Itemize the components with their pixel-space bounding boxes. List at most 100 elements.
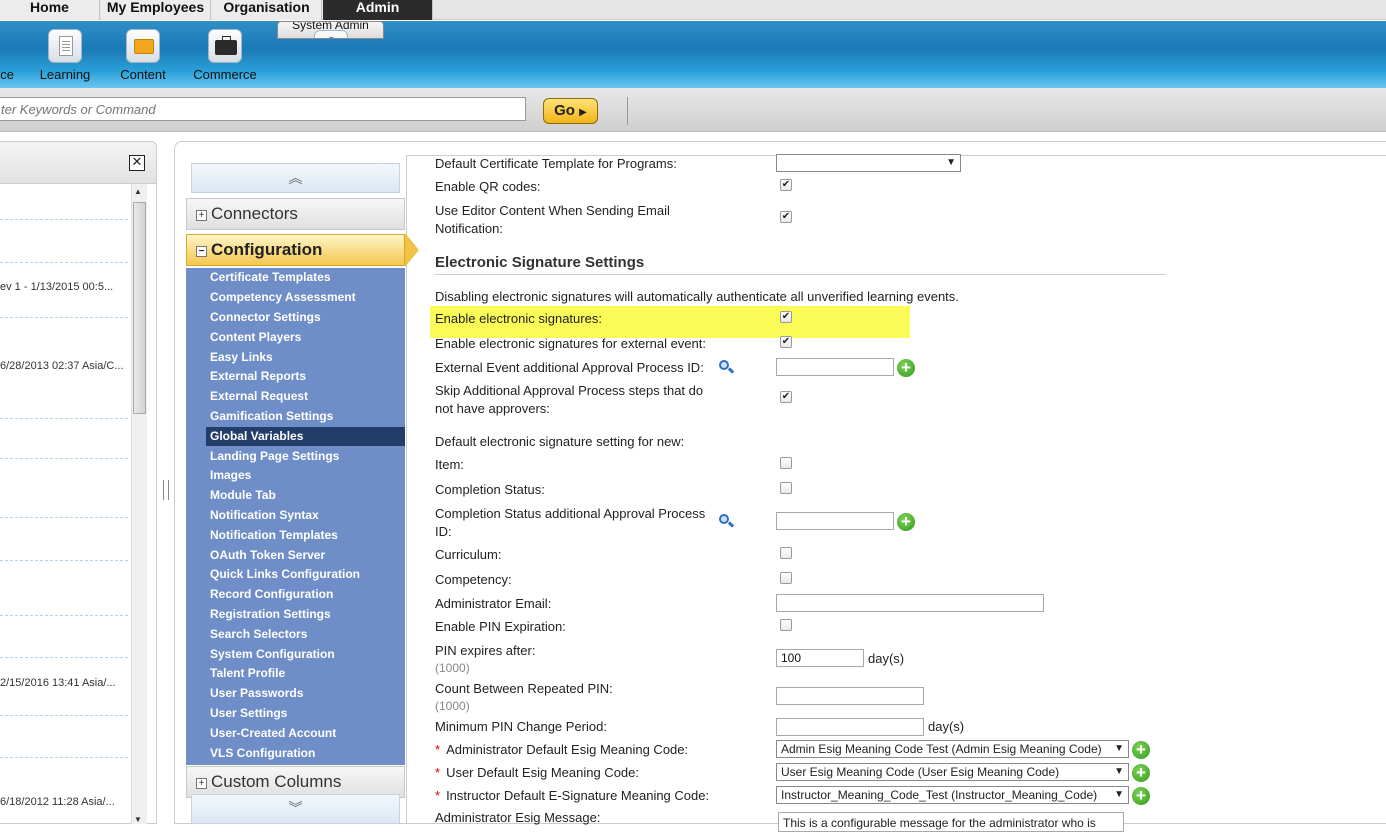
competency-checkbox[interactable] — [780, 572, 792, 584]
pin-expires-hint: (1000) — [435, 661, 470, 675]
admin-esig-code-text: Administrator Default Esig Meaning Code: — [446, 742, 689, 757]
ribbon-item-learning[interactable]: Learning — [25, 21, 105, 87]
item-checkbox[interactable] — [780, 457, 792, 469]
scroll-thumb[interactable] — [133, 202, 146, 414]
nav-item-external-request[interactable]: External Request — [206, 387, 405, 406]
add-icon[interactable]: + — [1132, 741, 1150, 759]
nav-item-content-players[interactable]: Content Players — [206, 328, 405, 347]
default-cert-template-label: Default Certificate Template for Program… — [435, 156, 677, 171]
ribbon-item-partial[interactable]: ce — [0, 21, 22, 87]
accordion-connectors[interactable]: + Connectors — [186, 198, 405, 230]
min-pin-change-input[interactable] — [776, 718, 924, 736]
ribbon-item-commerce[interactable]: Commerce — [185, 21, 265, 87]
nav-item-competency-assessment[interactable]: Competency Assessment — [206, 288, 405, 307]
ribbon-item-content[interactable]: Content — [103, 21, 183, 87]
list-item[interactable]: 6/18/2012 11:28 Asia/... — [0, 796, 128, 808]
user-esig-code-select[interactable]: User Esig Meaning Code (User Esig Meanin… — [776, 763, 1129, 781]
left-panel-scrollbar[interactable]: ▲ ▼ — [131, 184, 147, 824]
external-event-approval-input[interactable] — [776, 358, 894, 376]
enable-qr-label: Enable QR codes: — [435, 179, 541, 194]
use-editor-label-line2: Notification: — [435, 221, 503, 236]
nav-item-vls-configuration[interactable]: VLS Configuration — [206, 744, 405, 763]
nav-item-talent-profile[interactable]: Talent Profile — [206, 664, 405, 683]
search-icon[interactable] — [718, 513, 735, 529]
tab-my-employees[interactable]: My Employees — [101, 0, 211, 20]
go-button[interactable]: Go ▶ — [543, 98, 598, 124]
dropdown-caret-icon: ▼ — [1114, 766, 1124, 777]
skip-steps-checkbox[interactable]: ✔ — [780, 391, 792, 403]
default-cert-template-select[interactable]: ▼ — [776, 154, 961, 172]
nav-item-user-settings[interactable]: User Settings — [206, 704, 405, 723]
add-icon[interactable]: + — [1132, 787, 1150, 805]
admin-esig-code-value: Admin Esig Meaning Code Test (Admin Esig… — [781, 742, 1102, 756]
accordion-configuration[interactable]: − Configuration — [186, 234, 405, 266]
nav-item-global-variables[interactable]: Global Variables — [206, 427, 405, 446]
admin-email-input[interactable] — [776, 594, 1044, 612]
nav-item-user-created-account[interactable]: User-Created Account — [206, 724, 405, 743]
nav-item-registration-settings[interactable]: Registration Settings — [206, 605, 405, 624]
list-item[interactable]: 6/28/2013 02:37 Asia/C... — [0, 360, 128, 372]
instructor-esig-code-text: Instructor Default E-Signature Meaning C… — [446, 788, 710, 803]
nav-item-module-tab[interactable]: Module Tab — [206, 486, 405, 505]
tab-admin[interactable]: Admin — [323, 0, 433, 20]
admin-esig-code-select[interactable]: Admin Esig Meaning Code Test (Admin Esig… — [776, 740, 1129, 758]
enable-esig-external-checkbox[interactable]: ✔ — [780, 336, 792, 348]
use-editor-checkbox[interactable]: ✔ — [780, 211, 792, 223]
nav-item-images[interactable]: Images — [206, 466, 405, 485]
accordion-label: Configuration — [211, 240, 323, 259]
ribbon-item-system-admin[interactable]: ⚙ System Admin — [277, 21, 384, 39]
add-icon[interactable]: + — [897, 513, 915, 531]
enable-qr-checkbox[interactable]: ✔ — [780, 179, 792, 191]
close-icon[interactable]: ✕ — [129, 155, 145, 171]
tab-organisation[interactable]: Organisation — [212, 0, 322, 20]
nav-item-search-selectors[interactable]: Search Selectors — [206, 625, 405, 644]
add-icon[interactable]: + — [1132, 764, 1150, 782]
nav-item-notification-templates[interactable]: Notification Templates — [206, 526, 405, 545]
nav-item-gamification-settings[interactable]: Gamification Settings — [206, 407, 405, 426]
enable-pin-exp-checkbox[interactable] — [780, 619, 792, 631]
add-icon[interactable]: + — [897, 359, 915, 377]
nav-item-quick-links-configuration[interactable]: Quick Links Configuration — [206, 565, 405, 584]
scroll-down-icon[interactable]: ▼ — [134, 815, 142, 824]
command-search-bar — [0, 88, 1386, 132]
nav-item-oauth-token-server[interactable]: OAuth Token Server — [206, 546, 405, 565]
completion-status-checkbox[interactable] — [780, 482, 792, 494]
list-divider — [0, 219, 128, 220]
admin-esig-message-textarea[interactable]: This is a configurable message for the a… — [778, 812, 1124, 832]
list-divider — [0, 418, 128, 419]
external-event-approval-label: External Event additional Approval Proce… — [435, 360, 704, 375]
play-icon: ▶ — [579, 107, 587, 118]
nav-item-external-reports[interactable]: External Reports — [206, 367, 405, 386]
enable-esig-checkbox[interactable]: ✔ — [780, 311, 792, 323]
nav-item-easy-links[interactable]: Easy Links — [206, 348, 405, 367]
accordion-scroll-down[interactable]: ︾ — [191, 794, 400, 824]
nav-item-user-passwords[interactable]: User Passwords — [206, 684, 405, 703]
completion-approval-label-line2: ID: — [435, 524, 452, 539]
accordion-scroll-up[interactable]: ︽ — [191, 163, 400, 193]
nav-item-connector-settings[interactable]: Connector Settings — [206, 308, 405, 327]
nav-item-certificate-templates[interactable]: Certificate Templates — [206, 268, 405, 287]
instructor-esig-code-select[interactable]: Instructor_Meaning_Code_Test (Instructor… — [776, 786, 1129, 804]
nav-item-notification-syntax[interactable]: Notification Syntax — [206, 506, 405, 525]
search-icon[interactable] — [718, 359, 735, 375]
nav-item-record-configuration[interactable]: Record Configuration — [206, 585, 405, 604]
nav-item-landing-page-settings[interactable]: Landing Page Settings — [206, 447, 405, 466]
use-editor-label: Use Editor Content When Sending Email — [435, 203, 670, 218]
tab-home[interactable]: Home — [0, 0, 100, 20]
panel-splitter-handle[interactable] — [163, 480, 169, 500]
count-repeated-pin-input[interactable] — [776, 687, 924, 705]
briefcase-icon — [208, 29, 242, 63]
command-search-input[interactable] — [0, 97, 526, 121]
list-divider — [0, 715, 128, 716]
pin-expires-input[interactable] — [776, 649, 864, 667]
nav-item-system-configuration[interactable]: System Configuration — [206, 645, 405, 664]
dropdown-caret-icon: ▼ — [946, 157, 956, 168]
enable-pin-exp-label: Enable PIN Expiration: — [435, 619, 566, 634]
completion-status-label: Completion Status: — [435, 482, 545, 497]
list-item[interactable]: ev 1 - 1/13/2015 00:5... — [0, 281, 128, 293]
required-icon: * — [435, 788, 441, 803]
scroll-up-icon[interactable]: ▲ — [134, 187, 142, 196]
list-item[interactable]: 2/15/2016 13:41 Asia/... — [0, 677, 128, 689]
completion-approval-input[interactable] — [776, 512, 894, 530]
curriculum-checkbox[interactable] — [780, 547, 792, 559]
